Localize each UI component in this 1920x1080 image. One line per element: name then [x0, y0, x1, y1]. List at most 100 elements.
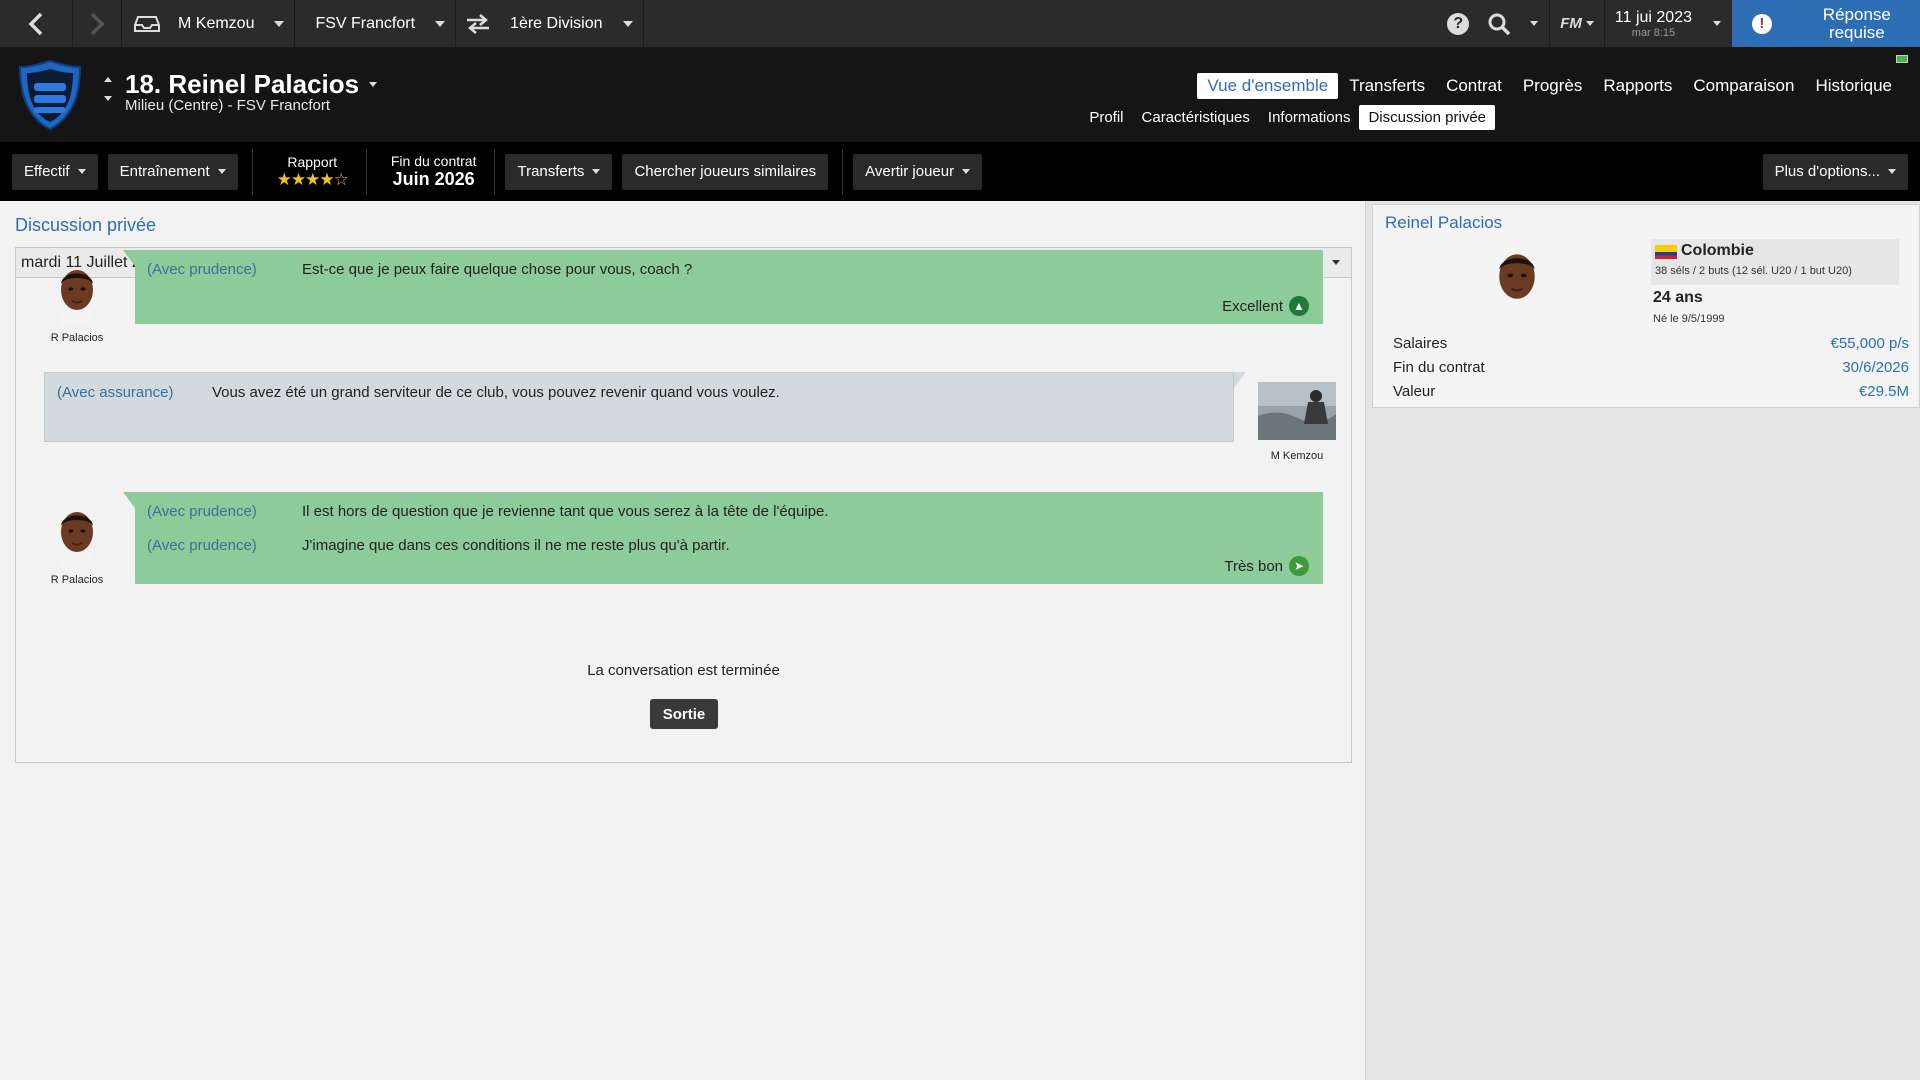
reaction-result: Très bon ➤ [1224, 556, 1309, 576]
tab-transfers[interactable]: Transferts [1339, 73, 1435, 99]
player-subtitle: Milieu (Centre) - FSV Francfort [125, 97, 331, 114]
exit-button[interactable]: Sortie [650, 699, 718, 729]
more-options-label: Plus d'options... [1774, 163, 1880, 180]
info-row-contract: Fin du contrat 30/6/2026 [1393, 359, 1909, 376]
info-label: Fin du contrat [1393, 359, 1485, 376]
nationality-name: Colombie [1681, 242, 1754, 259]
tab-contract[interactable]: Contrat [1436, 73, 1512, 99]
find-similar-label: Chercher joueurs similaires [634, 163, 817, 180]
speech-text: Vous avez été un grand serviteur de ce c… [212, 384, 780, 401]
forward-button[interactable] [73, 0, 121, 47]
speaker-name: M Kemzou [1270, 450, 1324, 462]
manager-dropdown[interactable] [264, 0, 294, 47]
player-switch [104, 77, 112, 101]
warn-player-label: Avertir joueur [865, 163, 955, 180]
inbox-button[interactable] [122, 0, 168, 47]
tab-progress[interactable]: Progrès [1513, 73, 1593, 99]
player-link[interactable]: Reinel Palacios [1385, 213, 1502, 233]
subtab-attributes[interactable]: Caractéristiques [1133, 105, 1259, 130]
chevron-down-icon [369, 82, 378, 87]
chevron-down-icon [1332, 260, 1340, 265]
forward-arrow-icon [90, 12, 105, 35]
date-button[interactable]: 11 jui 2023 mar 8:15 [1605, 0, 1702, 47]
continue-label: Réponse requise [1822, 4, 1891, 42]
tab-comparison[interactable]: Comparaison [1683, 73, 1804, 99]
status-flag-icon [1896, 55, 1908, 63]
speaker-name: R Palacios [50, 332, 104, 344]
previous-player-icon[interactable] [104, 77, 112, 82]
reaction-trend-up-icon: ➤ [1289, 556, 1309, 576]
top-bar-right: ? FM 11 jui 2023 mar 8:15 ! Réponse requ… [1437, 0, 1920, 47]
action-toolbar: Effectif Entraînement Rapport ★★★★☆ Fin … [0, 142, 1920, 201]
subtab-information[interactable]: Informations [1259, 105, 1360, 130]
squad-label: Effectif [24, 163, 70, 180]
league-dropdown[interactable] [613, 0, 643, 47]
help-button[interactable]: ? [1437, 0, 1479, 47]
search-dropdown[interactable] [1519, 0, 1549, 47]
swap-button[interactable] [456, 0, 500, 47]
squad-button[interactable]: Effectif [12, 153, 98, 190]
inbox-icon [134, 15, 160, 32]
international-caps: 38 séls / 2 buts (12 sél. U20 / 1 but U2… [1655, 265, 1852, 277]
report-rating[interactable]: Rapport ★★★★☆ [263, 154, 362, 190]
current-date: 11 jui 2023 [1614, 8, 1692, 26]
warn-player-button[interactable]: Avertir joueur [853, 153, 983, 190]
star-rating-icon: ★★★★☆ [276, 169, 349, 189]
chevron-down-icon [1713, 21, 1721, 26]
club-button[interactable]: FSV Francfort [295, 0, 425, 47]
tab-overview[interactable]: Vue d'ensemble [1197, 73, 1339, 99]
player-face-icon [58, 270, 96, 326]
contract-value: Juin 2026 [392, 169, 475, 189]
nationality-box[interactable]: Colombie 38 séls / 2 buts (12 sél. U20 /… [1651, 239, 1899, 285]
current-time: mar 8:15 [1631, 26, 1676, 39]
chevron-down-icon [77, 169, 86, 174]
training-label: Entraînement [119, 163, 210, 180]
date-dropdown[interactable] [1702, 0, 1732, 47]
info-row-wage: Salaires €55,000 p/s [1393, 335, 1909, 352]
chevron-down-icon [592, 169, 601, 174]
training-button[interactable]: Entraînement [107, 153, 238, 190]
reaction-up-icon: ▲ [1289, 296, 1309, 316]
club-dropdown[interactable] [425, 0, 455, 47]
subtab-profile[interactable]: Profil [1080, 105, 1132, 130]
chevron-down-icon [1530, 21, 1539, 26]
speech-text: Est-ce que je peux faire quelque chose p… [302, 261, 693, 278]
speaker-name: R Palacios [50, 574, 104, 586]
manager-button[interactable]: M Kemzou [168, 0, 264, 47]
player-title-text: 18. Reinel Palacios [125, 69, 360, 99]
back-button[interactable] [0, 0, 72, 47]
more-options-button[interactable]: Plus d'options... [1762, 153, 1908, 190]
info-value: 30/6/2026 [1842, 359, 1909, 376]
find-similar-button[interactable]: Chercher joueurs similaires [622, 153, 829, 190]
contract-end: Fin du contrat Juin 2026 [377, 153, 491, 190]
message-line: (Avec assurance) Vous avez été un grand … [57, 384, 780, 401]
tone-label: (Avec prudence) [147, 503, 257, 520]
transfers-button[interactable]: Transferts [505, 153, 613, 190]
tab-reports[interactable]: Rapports [1593, 73, 1682, 99]
reaction-label: Excellent [1222, 297, 1283, 315]
swap-icon [467, 13, 490, 34]
message-line: (Avec prudence) Est-ce que je peux faire… [147, 261, 692, 278]
player-header: 18. Reinel Palacios Milieu (Centre) - FS… [0, 47, 1920, 142]
alert-icon: ! [1752, 13, 1772, 34]
next-player-icon[interactable] [104, 96, 112, 101]
chevron-down-icon [435, 20, 446, 27]
speech-text: J'imagine que dans ces conditions il ne … [302, 537, 730, 554]
info-label: Salaires [1393, 335, 1448, 352]
club-name: FSV Francfort [315, 14, 416, 32]
tone-label: (Avec prudence) [147, 537, 257, 554]
subtab-private-chat[interactable]: Discussion privée [1359, 105, 1495, 130]
player-face-icon [1495, 254, 1539, 317]
manager-avatar: M Kemzou [1252, 382, 1342, 462]
info-value: €55,000 p/s [1830, 335, 1909, 352]
continue-button[interactable]: ! Réponse requise [1732, 0, 1920, 47]
player-avatar: R Palacios [32, 504, 122, 586]
league-button[interactable]: 1ère Division [500, 0, 612, 47]
search-button[interactable] [1479, 0, 1519, 47]
fm-menu-button[interactable]: FM [1550, 0, 1604, 47]
player-title[interactable]: 18. Reinel Palacios [125, 69, 378, 100]
reaction-label: Très bon [1224, 557, 1283, 575]
tab-history[interactable]: Historique [1805, 73, 1902, 99]
manager-photo-icon [1258, 382, 1336, 440]
search-icon [1488, 13, 1511, 35]
